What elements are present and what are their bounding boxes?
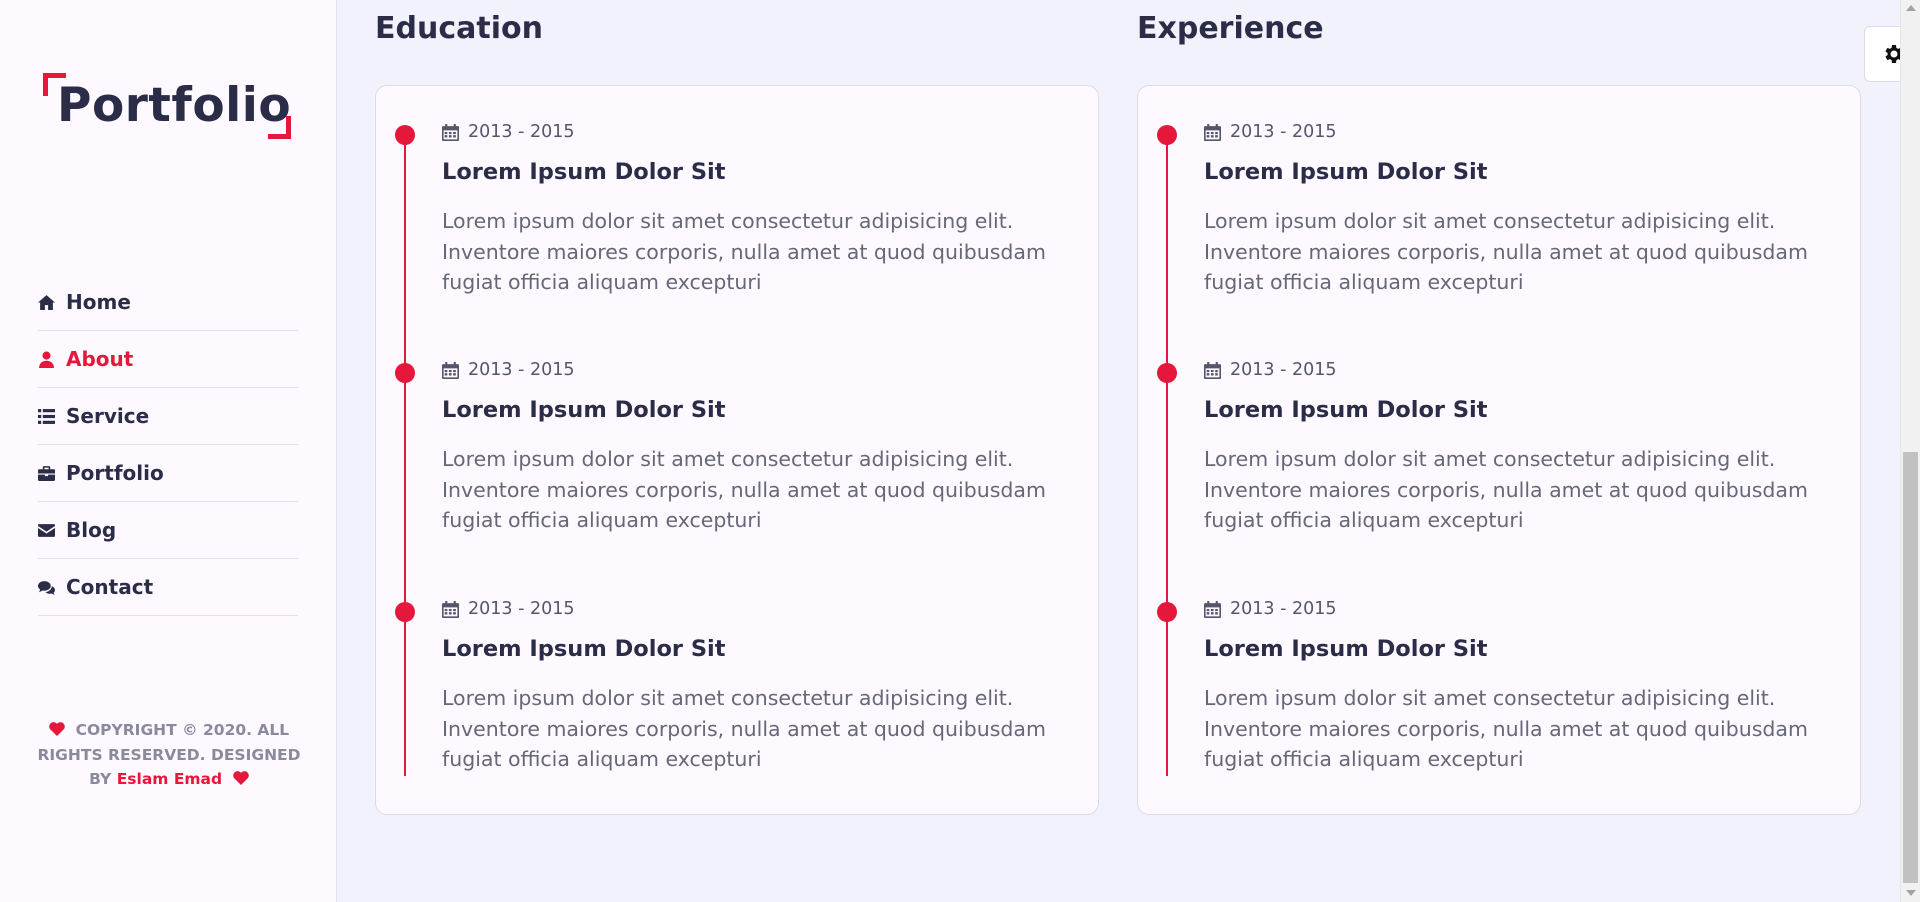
entry-title: Lorem Ipsum Dolor Sit: [442, 159, 726, 185]
comments-icon: [38, 579, 55, 596]
entry-title: Lorem Ipsum Dolor Sit: [442, 636, 726, 662]
heart-icon: [233, 768, 249, 785]
calendar-icon: [442, 361, 459, 379]
entry-description: Lorem ipsum dolor sit amet consectetur a…: [442, 686, 1046, 772]
entry-description: Lorem ipsum dolor sit amet consectetur a…: [1204, 686, 1808, 772]
home-icon: [38, 294, 55, 311]
logo-corner-bottom-right: [268, 116, 291, 139]
calendar-icon: [1204, 123, 1221, 141]
entry-title: Lorem Ipsum Dolor Sit: [442, 397, 726, 423]
calendar-icon: [442, 123, 459, 141]
heart-icon: [49, 719, 65, 736]
nav-item-service[interactable]: Service: [38, 388, 298, 445]
nav-item-label: About: [66, 347, 134, 371]
entry-description: Lorem ipsum dolor sit amet consectetur a…: [1204, 209, 1808, 295]
scroll-up-arrow[interactable]: [1906, 5, 1916, 11]
timeline-card-education: 2013 - 2015 Lorem Ipsum Dolor Sit Lorem …: [375, 85, 1099, 815]
sidebar: Portfolio Home About Service Portfolio B…: [0, 0, 337, 902]
section-title-education: Education: [375, 11, 543, 46]
entry-date-text: 2013 - 2015: [468, 599, 575, 619]
entry-date: 2013 - 2015: [1204, 122, 1337, 142]
nav-item-label: Portfolio: [66, 461, 164, 485]
nav-item-contact[interactable]: Contact: [38, 559, 298, 616]
nav-item-label: Home: [66, 290, 131, 314]
entry-date-text: 2013 - 2015: [468, 360, 575, 380]
entry-description: Lorem ipsum dolor sit amet consectetur a…: [442, 209, 1046, 295]
entry-date: 2013 - 2015: [1204, 599, 1337, 619]
entry-title: Lorem Ipsum Dolor Sit: [1204, 636, 1488, 662]
calendar-icon: [442, 600, 459, 618]
nav-item-portfolio[interactable]: Portfolio: [38, 445, 298, 502]
entry-date: 2013 - 2015: [1204, 360, 1337, 380]
timeline-line: [404, 134, 406, 776]
copyright: COPYRIGHT © 2020. ALL RIGHTS RESERVED. D…: [36, 718, 302, 792]
timeline-dot: [1157, 363, 1177, 383]
nav-item-about[interactable]: About: [38, 331, 298, 388]
nav-item-blog[interactable]: Blog: [38, 502, 298, 559]
entry-date: 2013 - 2015: [442, 360, 575, 380]
timeline-dot: [1157, 602, 1177, 622]
entry-date-text: 2013 - 2015: [468, 122, 575, 142]
entry-description: Lorem ipsum dolor sit amet consectetur a…: [442, 447, 1046, 533]
scroll-down-arrow[interactable]: [1906, 890, 1916, 896]
entry-date: 2013 - 2015: [442, 122, 575, 142]
timeline-line: [1166, 134, 1168, 776]
envelope-icon: [38, 522, 55, 539]
logo[interactable]: Portfolio: [43, 73, 293, 139]
entry-date-text: 2013 - 2015: [1230, 599, 1337, 619]
nav-item-home[interactable]: Home: [38, 274, 298, 331]
entry-date-text: 2013 - 2015: [1230, 122, 1337, 142]
entry-title: Lorem Ipsum Dolor Sit: [1204, 397, 1488, 423]
entry-date-text: 2013 - 2015: [1230, 360, 1337, 380]
timeline-dot: [395, 602, 415, 622]
calendar-icon: [1204, 361, 1221, 379]
briefcase-icon: [38, 465, 55, 482]
page-scrollbar[interactable]: [1900, 0, 1920, 902]
scrollbar-thumb[interactable]: [1903, 452, 1918, 883]
main-nav: Home About Service Portfolio Blog Contac…: [38, 274, 298, 616]
timeline-dot: [395, 125, 415, 145]
user-icon: [38, 351, 55, 368]
nav-item-label: Service: [66, 404, 150, 428]
entry-date: 2013 - 2015: [442, 599, 575, 619]
timeline-dot: [1157, 125, 1177, 145]
author-link[interactable]: Eslam Emad: [117, 770, 222, 788]
nav-item-label: Contact: [66, 575, 154, 599]
logo-text: Portfolio: [57, 78, 292, 133]
entry-title: Lorem Ipsum Dolor Sit: [1204, 159, 1488, 185]
timeline-card-experience: 2013 - 2015 Lorem Ipsum Dolor Sit Lorem …: [1137, 85, 1861, 815]
entry-description: Lorem ipsum dolor sit amet consectetur a…: [1204, 447, 1808, 533]
section-title-experience: Experience: [1137, 11, 1324, 46]
nav-item-label: Blog: [66, 518, 117, 542]
list-icon: [38, 408, 55, 425]
calendar-icon: [1204, 600, 1221, 618]
timeline-dot: [395, 363, 415, 383]
